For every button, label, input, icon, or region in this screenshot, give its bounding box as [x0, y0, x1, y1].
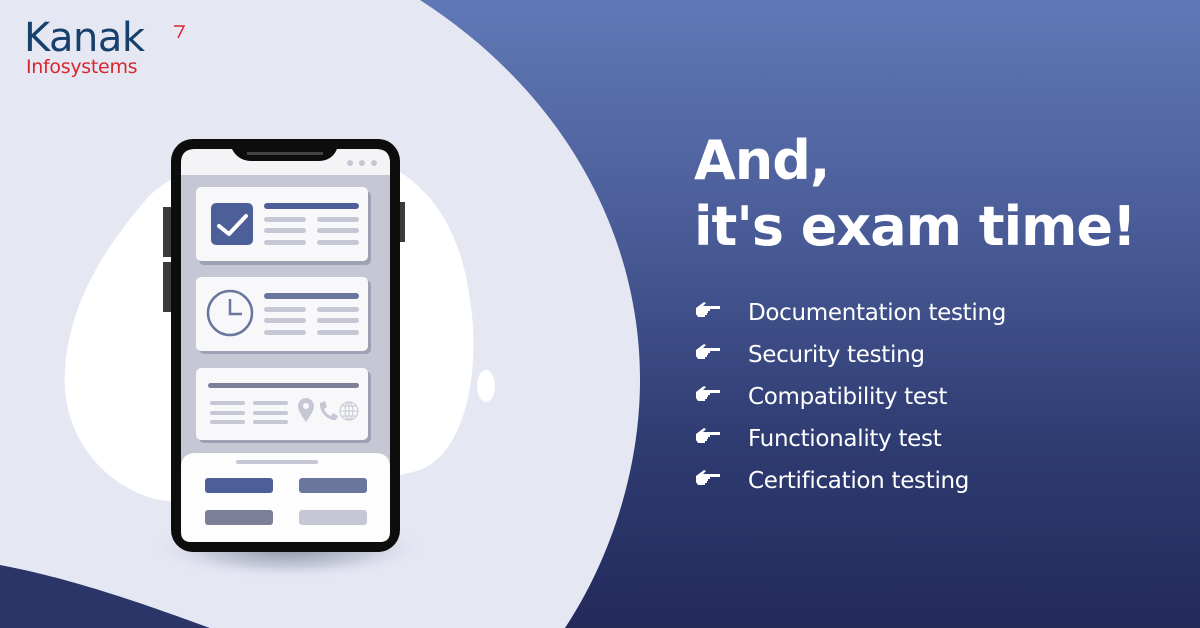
sheet-button [299, 510, 367, 525]
checkbox-checked-icon [211, 203, 253, 245]
item-label: Functionality test [748, 426, 942, 452]
card-schedule [196, 277, 368, 351]
pointing-hand-icon [694, 384, 748, 410]
pointing-hand-icon [694, 468, 748, 494]
testing-list: Documentation testing Security testing C… [694, 292, 1006, 502]
menu-dot [347, 160, 353, 166]
globe-icon [339, 401, 359, 421]
phone-illustration [64, 139, 495, 580]
item-label: Compatibility test [748, 384, 948, 410]
headline-line-2: it's exam time! [694, 195, 1137, 258]
list-item: Functionality test [694, 418, 1006, 460]
headline: And, it's exam time! [694, 128, 1137, 260]
pointing-hand-icon [694, 300, 748, 326]
sheet-button [205, 478, 273, 493]
menu-dot [359, 160, 365, 166]
pointing-hand-icon [694, 342, 748, 368]
sheet-button [299, 478, 367, 493]
sheet-button [205, 510, 273, 525]
pointing-hand-icon [694, 426, 748, 452]
list-item: Security testing [694, 334, 1006, 376]
list-item: Documentation testing [694, 292, 1006, 334]
item-label: Certification testing [748, 468, 970, 494]
bottom-sheet [181, 453, 390, 542]
blob-dot [477, 370, 495, 402]
list-item: Compatibility test [694, 376, 1006, 418]
blob-dot [71, 344, 93, 368]
item-label: Security testing [748, 342, 925, 368]
menu-dot [371, 160, 377, 166]
list-item: Certification testing [694, 460, 1006, 502]
headline-line-1: And, [694, 129, 830, 192]
item-label: Documentation testing [748, 300, 1007, 326]
